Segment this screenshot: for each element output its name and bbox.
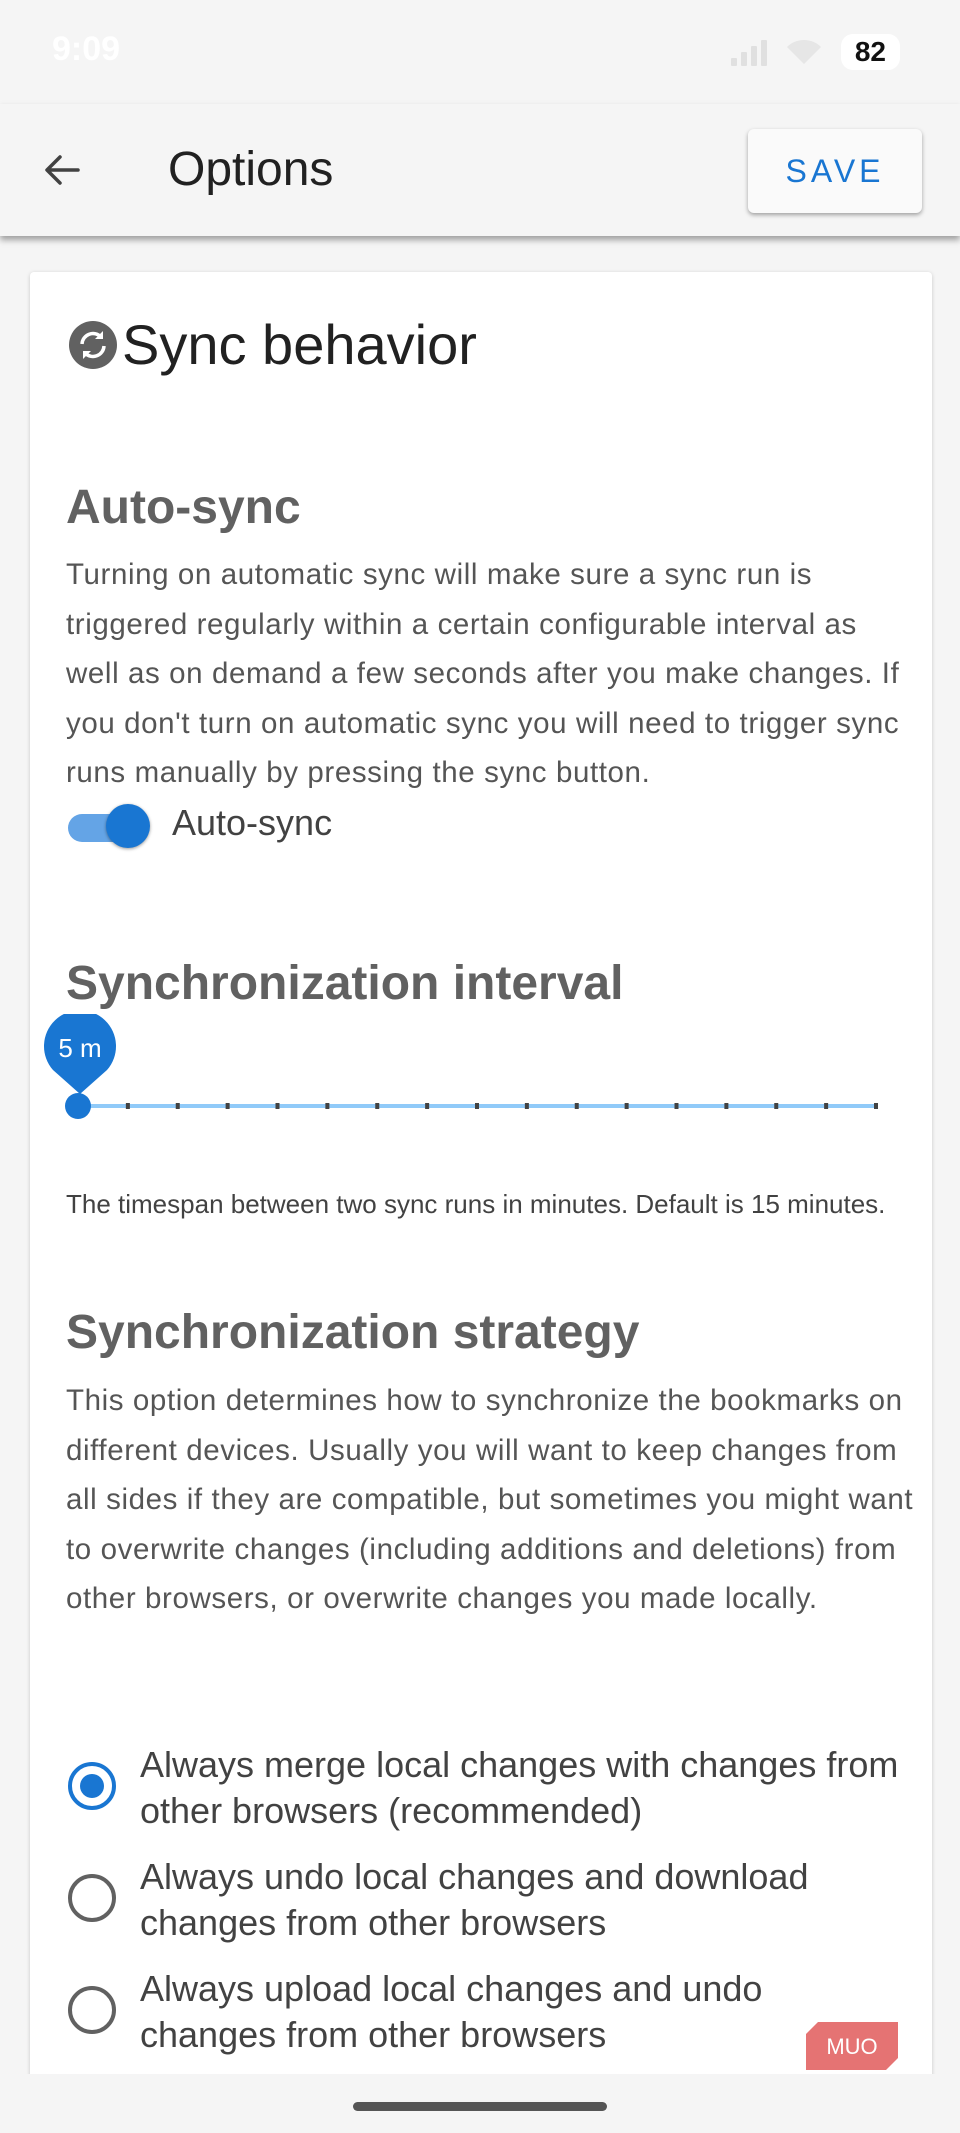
app-bar: Options SAVE — [0, 104, 960, 236]
strategy-heading: Synchronization strategy — [66, 1306, 640, 1359]
auto-sync-heading: Auto-sync — [66, 481, 301, 534]
sync-icon — [69, 320, 117, 369]
slider-tick — [475, 1103, 479, 1109]
slider-tick — [375, 1103, 380, 1109]
slider-value-label: 5 m — [58, 1033, 101, 1063]
radio-download-label[interactable]: Always undo local changes and download c… — [140, 1854, 900, 1946]
slider-tick — [225, 1103, 230, 1109]
slider-tick — [175, 1103, 180, 1109]
radio-merge[interactable] — [68, 1762, 116, 1810]
slider-tick — [674, 1103, 679, 1109]
slider-tick — [624, 1103, 629, 1109]
radio-upload-label[interactable]: Always upload local changes and undo cha… — [140, 1966, 900, 2058]
save-button[interactable]: SAVE — [748, 129, 922, 213]
slider-tick — [425, 1103, 430, 1109]
auto-sync-description: Turning on automatic sync will make sure… — [66, 558, 900, 789]
battery-level: 82 — [854, 36, 886, 67]
slider-tick — [774, 1103, 779, 1109]
section-header: Sync behavior — [68, 312, 477, 377]
options-card: Sync behavior Auto-sync Turning on autom… — [30, 272, 932, 2133]
section-title: Sync behavior — [122, 313, 477, 376]
status-bar: 9:09 82 — [0, 0, 960, 104]
slider-tick — [275, 1103, 280, 1109]
interval-slider[interactable]: 5 m — [30, 1014, 932, 1144]
slider-tick — [874, 1103, 878, 1109]
status-time: 9:09 — [52, 30, 121, 68]
system-nav-bar — [0, 2074, 960, 2133]
slider-tick — [125, 1103, 130, 1109]
slider-tick — [325, 1103, 330, 1109]
radio-upload[interactable] — [68, 1986, 116, 2034]
slider-thumb[interactable] — [65, 1093, 91, 1119]
slider-tick — [524, 1103, 529, 1109]
back-button[interactable] — [30, 138, 94, 202]
slider-tick — [724, 1103, 729, 1109]
interval-note: The timespan between two sync runs in mi… — [66, 1189, 886, 1219]
wifi-icon — [786, 39, 821, 64]
home-indicator[interactable] — [353, 2102, 607, 2111]
auto-sync-toggle-label: Auto-sync — [172, 802, 333, 843]
slider-tick — [574, 1103, 579, 1109]
status-icons: 82 — [730, 34, 900, 70]
signal-icon — [730, 38, 767, 66]
radio-download[interactable] — [68, 1874, 116, 1922]
battery-icon: 82 — [840, 34, 900, 70]
interval-heading: Synchronization interval — [66, 957, 624, 1010]
slider-value-pin: 5 m — [44, 1014, 116, 1094]
arrow-left-icon — [45, 155, 80, 185]
watermark-text: MUO — [826, 2034, 877, 2059]
muo-watermark: MUO — [806, 2022, 898, 2070]
auto-sync-toggle[interactable] — [68, 802, 154, 852]
strategy-description: This option determines how to synchroniz… — [66, 1384, 914, 1615]
page-title: Options — [168, 143, 334, 196]
radio-merge-label[interactable]: Always merge local changes with changes … — [140, 1742, 900, 1834]
slider-tick — [824, 1103, 829, 1109]
toggle-thumb — [106, 804, 150, 848]
